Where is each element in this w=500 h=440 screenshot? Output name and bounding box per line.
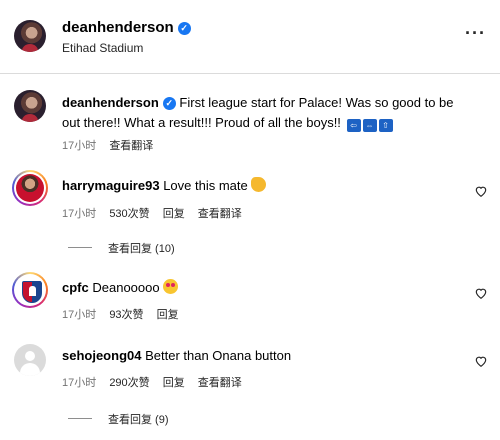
divider-line xyxy=(68,418,92,419)
comment-likes[interactable]: 93次赞 xyxy=(109,309,143,321)
comment-username[interactable]: harrymaguire93 xyxy=(62,178,160,193)
header-username-row[interactable]: deanhenderson ✓ xyxy=(62,19,191,36)
avatar[interactable] xyxy=(14,20,46,52)
comment-meta: 17小时 93次赞 回复 xyxy=(62,306,189,322)
comment-3: sehojeong04 Better than Onana button xyxy=(62,347,462,365)
story-ring[interactable] xyxy=(12,170,48,206)
translate-button[interactable]: 查看翻译 xyxy=(198,208,242,220)
comment-time: 17小时 xyxy=(62,309,97,321)
view-replies-button[interactable]: 查看回复 (10) xyxy=(68,240,175,256)
translate-button[interactable]: 查看翻译 xyxy=(198,377,242,389)
story-ring[interactable] xyxy=(12,272,48,308)
reply-button[interactable]: 回复 xyxy=(163,208,185,220)
clapping-hands-emoji-icon xyxy=(250,177,266,192)
comment-time: 17小时 xyxy=(62,377,97,389)
divider-line xyxy=(68,247,92,248)
caption-meta: 17小时 查看翻译 xyxy=(62,137,163,153)
comment-1: harrymaguire93 Love this mate xyxy=(62,177,462,195)
verified-badge-icon: ✓ xyxy=(162,97,176,110)
avatar xyxy=(16,276,44,304)
back-arrow-emoji-icon: ⇦ xyxy=(346,119,361,132)
header-location[interactable]: Etihad Stadium xyxy=(62,41,143,55)
comment-text: Better than Onana button xyxy=(145,348,292,363)
comment-text: Deanooooo xyxy=(92,280,160,295)
heart-eyes-emoji-icon xyxy=(162,279,178,294)
comment-username[interactable]: sehojeong04 xyxy=(62,348,141,363)
caption-avatar[interactable] xyxy=(14,90,46,122)
verified-badge-icon: ✓ xyxy=(177,22,191,35)
more-horizontal-icon[interactable]: ··· xyxy=(465,24,486,42)
comment-username[interactable]: cpfc xyxy=(62,280,89,295)
view-replies-button[interactable]: 查看回复 (9) xyxy=(68,411,169,427)
view-replies-label: 查看回复 (9) xyxy=(108,414,169,426)
crystal-palace-crest-icon xyxy=(22,281,42,303)
top-arrow-emoji-icon: ⇧ xyxy=(378,119,393,132)
heart-icon[interactable] xyxy=(474,286,488,300)
caption-time: 17小时 xyxy=(62,140,97,152)
view-replies-label: 查看回复 (10) xyxy=(108,243,175,255)
header-username[interactable]: deanhenderson xyxy=(62,19,174,36)
avatar xyxy=(16,174,44,202)
comment-meta: 17小时 290次赞 回复 查看翻译 xyxy=(62,374,252,390)
end-arrow-emoji-icon: ⇔ xyxy=(362,119,377,132)
reply-button[interactable]: 回复 xyxy=(163,377,185,389)
heart-icon[interactable] xyxy=(474,354,488,368)
post-header: deanhenderson ✓ Etihad Stadium ··· xyxy=(0,0,500,74)
heart-icon[interactable] xyxy=(474,184,488,198)
default-avatar-icon[interactable] xyxy=(14,344,46,376)
caption: deanhenderson ✓ First league start for Pa… xyxy=(62,93,472,133)
comment-likes[interactable]: 290次赞 xyxy=(109,377,149,389)
reply-button[interactable]: 回复 xyxy=(157,309,179,321)
comment-time: 17小时 xyxy=(62,208,97,220)
comment-meta: 17小时 530次赞 回复 查看翻译 xyxy=(62,205,252,221)
caption-username[interactable]: deanhenderson xyxy=(62,95,159,110)
caption-translate-button[interactable]: 查看翻译 xyxy=(109,140,153,152)
comment-2: cpfc Deanooooo xyxy=(62,279,462,297)
comment-likes[interactable]: 530次赞 xyxy=(109,208,149,220)
comment-text: Love this mate xyxy=(163,178,248,193)
